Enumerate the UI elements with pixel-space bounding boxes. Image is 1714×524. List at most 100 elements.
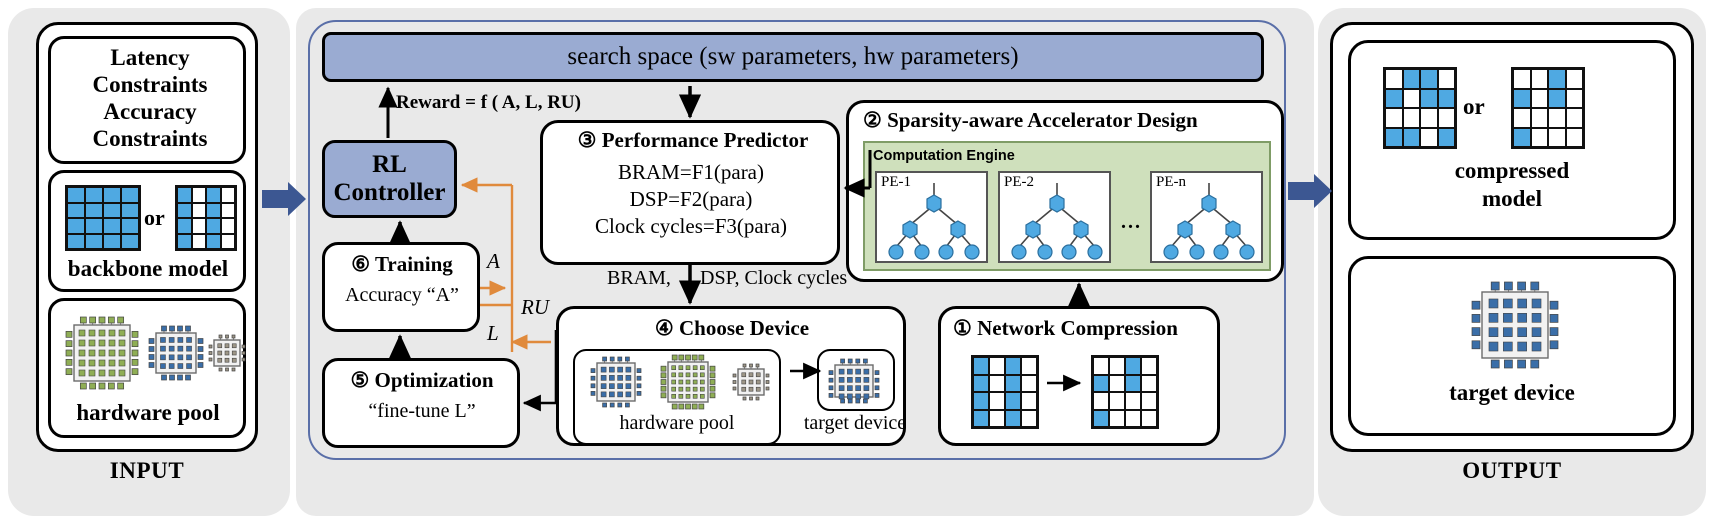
hardware-pool-box: hardware pool [48,298,246,438]
compressed-model-caption: compressed model [1454,158,1570,211]
rl-controller-line1: RL [372,151,407,178]
matrix-cell [1421,89,1437,107]
training-number: ⑥ [351,252,371,276]
network-compression-heading: ① Network Compression [953,317,1178,340]
matrix-cell [1006,358,1020,374]
matrix-cell [68,234,84,248]
matrix-cell [86,188,102,202]
matrix-cell [104,219,120,233]
matrix-cell [1386,70,1402,88]
choose-device-box: ④ Choose Device hardware pool target dev… [556,306,906,446]
matrix-cell [1421,109,1437,127]
compression-matrix-before [971,355,1039,429]
accelerator-design-box: ② Sparsity-aware Accelerator Design Comp… [846,100,1284,282]
matrix-cell [1386,128,1402,146]
compression-number: ① [953,316,972,340]
optimization-number: ⑤ [350,368,370,392]
choose-device-heading: ④ Choose Device [559,317,905,340]
matrix-cell [1549,109,1565,127]
predictor-formulas: BRAM=F1(para) DSP=F2(para) Clock cycles=… [543,159,839,240]
hardware-chip [59,310,145,401]
hardware-chip [587,353,645,416]
matrix-cell [1438,109,1454,127]
matrix-cell [1514,109,1530,127]
matrix-cell [1386,89,1402,107]
accelerator-heading: ② Sparsity-aware Accelerator Design [857,109,1281,132]
matrix-cell [122,203,138,217]
matrix-cell [221,188,234,202]
compressed-matrix-left [1383,67,1457,149]
hardware-chip [657,351,719,418]
matrix-cell [1566,109,1582,127]
optimization-title: Optimization [374,368,494,392]
predictor-formula-bram: BRAM=F1(para) [618,160,764,184]
edge-label-ru: RU [521,295,549,319]
matrix-cell [192,188,205,202]
matrix-cell [221,219,234,233]
matrix-cell [1126,410,1140,426]
matrix-cell [1566,128,1582,146]
compressed-model-box: or compressed model [1348,40,1676,240]
matrix-cell [68,219,84,233]
backbone-matrix-sparse [175,185,237,251]
performance-predictor-box: ③ Performance Predictor BRAM=F1(para) DS… [540,120,840,265]
matrix-cell [1094,393,1108,409]
matrix-cell [178,234,191,248]
compressed-or-label: or [1463,94,1485,119]
matrix-cell [990,358,1004,374]
accelerator-number: ② [863,108,882,132]
matrix-cell [1142,358,1156,374]
hardware-chip [731,362,771,407]
matrix-cell [221,234,234,248]
matrix-cell [1022,410,1036,426]
matrix-cell [1022,393,1036,409]
constraints-box: Latency Constraints Accuracy Constraints [48,36,246,164]
matrix-cell [86,219,102,233]
matrix-cell [1566,70,1582,88]
optimization-sub: “fine-tune L” [368,400,476,422]
matrix-cell [1094,375,1108,391]
constraints-text: Latency Constraints Accuracy Constraints [92,45,208,151]
accelerator-title: Sparsity-aware Accelerator Design [887,108,1198,132]
matrix-cell [1142,410,1156,426]
output-section-label: OUTPUT [1462,458,1562,483]
matrix-cell [1126,375,1140,391]
training-heading: ⑥ Training [325,253,479,276]
matrix-cell [1549,128,1565,146]
pe-unit-n: PE-n [1150,171,1263,263]
predictor-output-label-post: DSP, Clock cycles [700,267,848,289]
matrix-cell [1110,375,1124,391]
hardware-chip [145,322,207,389]
matrix-cell [1403,70,1419,88]
reward-label: Reward = f ( A, L, RU) [396,92,581,113]
optimization-heading: ⑤ Optimization [325,369,519,392]
matrix-cell [207,219,220,233]
computation-engine-title: Computation Engine [873,148,1015,164]
choose-device-pool-box: hardware pool [573,349,781,445]
predictor-number: ③ [577,128,597,152]
matrix-cell [1126,358,1140,374]
matrix-cell [68,188,84,202]
input-section-label: INPUT [109,458,185,483]
network-compression-box: ① Network Compression [938,306,1220,446]
target-device-caption: target device [1449,380,1575,405]
matrix-cell [1531,89,1547,107]
training-box: ⑥ Training Accuracy “A” [322,242,480,332]
choose-device-pool-caption: hardware pool [619,412,735,434]
hardware-pool-chips [59,309,246,401]
edge-label-l: L [487,321,499,345]
matrix-cell [1110,410,1124,426]
matrix-cell [1531,70,1547,88]
pe-ellipsis: ... [1121,211,1142,233]
matrix-cell [1022,375,1036,391]
matrix-cell [122,219,138,233]
training-title: Training [374,252,453,276]
matrix-cell [1094,358,1108,374]
matrix-cell [1142,375,1156,391]
matrix-cell [974,375,988,391]
choose-device-pool-chips [581,353,777,416]
diagram-canvas: Latency Constraints Accuracy Constraints… [0,0,1714,524]
matrix-cell [1514,70,1530,88]
matrix-cell [68,203,84,217]
choose-device-target-caption: target device [803,412,907,434]
